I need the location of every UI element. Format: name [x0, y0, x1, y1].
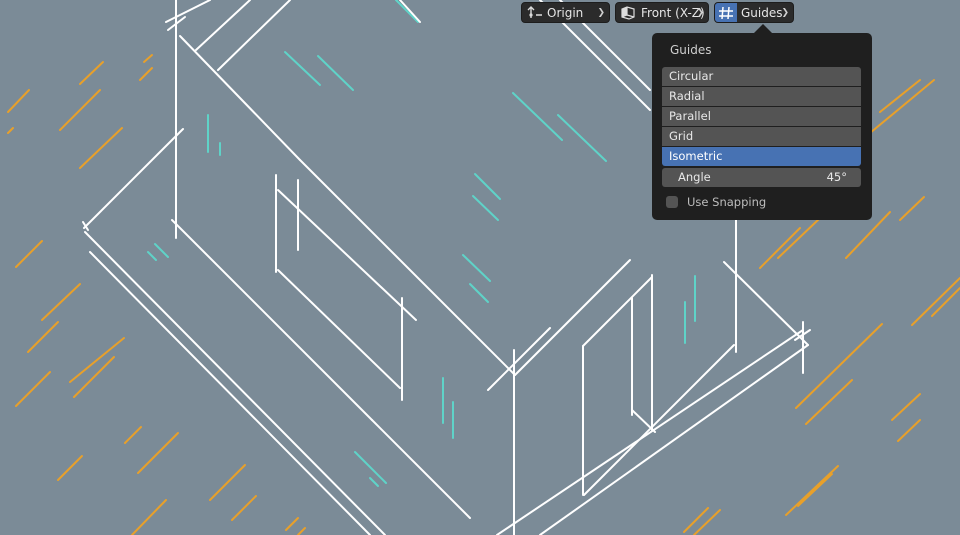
orange-guide-line	[899, 196, 925, 221]
orange-guide-line	[693, 509, 721, 535]
angle-label: Angle	[678, 170, 711, 184]
white-stroke	[582, 276, 653, 347]
teal-guide-line	[474, 173, 501, 200]
teal-guide-line	[395, 0, 419, 23]
guides-dropdown[interactable]: Guides ❯	[714, 2, 794, 23]
guide-option-grid[interactable]: Grid	[662, 127, 861, 146]
orange-guide-line	[137, 432, 179, 474]
white-stroke	[83, 128, 184, 229]
orange-guide-line	[785, 465, 839, 516]
guides-label: Guides	[741, 6, 783, 20]
guide-option-radial[interactable]: Radial	[662, 87, 861, 106]
orange-guide-line	[143, 54, 153, 63]
pivot-point-dropdown[interactable]: Origin ❯	[521, 2, 610, 23]
orange-guide-line	[15, 240, 43, 268]
chevron-down-icon: ❯	[696, 8, 704, 18]
orange-guide-line	[209, 464, 246, 501]
orange-guide-line	[57, 455, 83, 481]
teal-guide-line	[369, 477, 379, 487]
viewport[interactable]: Origin ❯ Front (X-Z) ❯ Guides ❯ Guides C…	[0, 0, 960, 535]
pivot-label: Origin	[547, 6, 584, 20]
orange-guide-line	[59, 89, 101, 131]
orange-guide-line	[897, 419, 921, 442]
teal-guide-line	[462, 254, 491, 282]
orange-guide-line	[131, 499, 167, 535]
guides-toggle[interactable]	[715, 3, 737, 22]
teal-guide-line	[147, 251, 157, 261]
view-label: Front (X-Z)	[641, 6, 705, 20]
orange-guide-line	[797, 473, 833, 507]
guides-popover: Guides Circular Radial Parallel Grid Iso…	[652, 33, 872, 220]
orange-guide-line	[27, 321, 59, 353]
white-stroke	[299, 159, 516, 376]
orange-guide-line	[869, 79, 935, 134]
transform-pivot-icon	[527, 6, 542, 18]
teal-guide-line	[557, 114, 607, 162]
orange-guide-line	[777, 219, 819, 259]
use-snapping-checkbox[interactable]	[666, 196, 678, 208]
orange-guide-line	[683, 507, 709, 533]
white-stroke	[84, 231, 386, 535]
orange-guide-line	[759, 227, 801, 269]
guide-option-isometric[interactable]: Isometric	[662, 147, 861, 166]
orange-guide-line	[15, 371, 51, 407]
orange-guide-line	[79, 127, 123, 169]
view-cube-icon	[621, 6, 635, 20]
orange-guide-line	[41, 283, 81, 321]
chevron-down-icon: ❯	[597, 8, 605, 18]
white-stroke	[217, 0, 291, 71]
teal-guide-line	[469, 283, 489, 303]
orange-guide-line	[891, 393, 921, 421]
orange-guide-line	[231, 495, 257, 521]
teal-guide-line	[472, 195, 499, 221]
popover-arrow	[754, 24, 772, 33]
teal-guide-line	[284, 51, 321, 86]
white-stroke	[89, 251, 371, 535]
teal-guide-line	[154, 243, 169, 258]
guide-type-list: Circular Radial Parallel Grid Isometric	[662, 67, 861, 167]
white-stroke	[583, 344, 735, 496]
chevron-down-icon: ❯	[781, 8, 789, 18]
grid-guides-icon	[719, 6, 733, 20]
orange-guide-line	[911, 277, 960, 326]
orange-guide-line	[7, 89, 30, 113]
white-stroke	[539, 344, 809, 535]
white-stroke	[179, 35, 301, 161]
angle-field[interactable]: Angle 45°	[662, 168, 861, 187]
orange-guide-line	[79, 61, 104, 85]
orange-guide-line	[139, 67, 153, 81]
orange-guide-line	[297, 527, 306, 535]
white-stroke	[165, 0, 211, 23]
white-stroke	[371, 419, 471, 519]
orange-guide-line	[7, 127, 14, 134]
guide-option-parallel[interactable]: Parallel	[662, 107, 861, 126]
orange-guide-line	[805, 379, 853, 425]
orange-guide-line	[124, 426, 142, 444]
guide-option-circular[interactable]: Circular	[662, 67, 861, 86]
orange-guide-line	[285, 517, 299, 531]
white-stroke	[487, 327, 551, 391]
teal-guide-line	[317, 55, 354, 91]
view-dropdown[interactable]: Front (X-Z) ❯	[615, 2, 709, 23]
white-stroke	[195, 0, 251, 51]
teal-guide-line	[512, 92, 563, 141]
popover-title: Guides	[670, 43, 712, 57]
white-stroke	[399, 0, 421, 23]
use-snapping-label: Use Snapping	[687, 195, 767, 209]
white-stroke	[496, 329, 804, 535]
angle-value: 45°	[826, 170, 847, 184]
orange-guide-line	[795, 323, 883, 409]
